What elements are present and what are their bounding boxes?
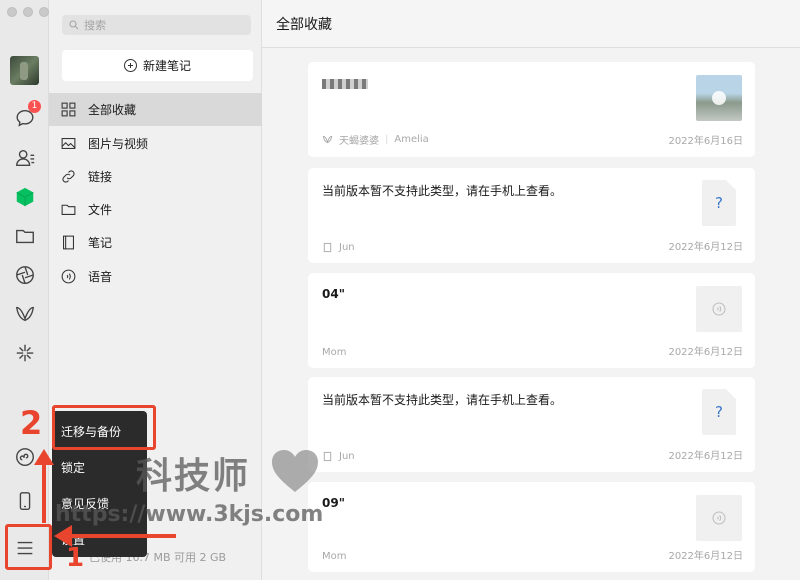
category-files[interactable]: 文件 (49, 193, 262, 226)
card-date: 2022年6月12日 (668, 242, 743, 253)
plus-icon (123, 59, 137, 72)
channels-icon[interactable] (12, 301, 37, 326)
notebook-icon (323, 451, 332, 462)
card-source: Jun (339, 451, 355, 462)
notebook-icon (63, 235, 74, 250)
window-controls (7, 7, 49, 17)
link-icon (62, 170, 75, 183)
folder-icon (61, 204, 76, 215)
file-unknown-icon: ? (702, 389, 736, 435)
main-panel: 全部收藏 天蝎婆婆 | Amelia 2022年6月16日 当前版本暂不支持此类… (262, 0, 800, 580)
zoom-window-button[interactable] (39, 7, 49, 17)
folder-icon[interactable] (12, 223, 37, 248)
category-notes[interactable]: 笔记 (49, 226, 262, 259)
new-note-label: 新建笔记 (142, 59, 191, 73)
voice-icon (712, 302, 726, 316)
search-placeholder: 搜索 (84, 19, 106, 32)
favorites-icon[interactable] (12, 184, 37, 209)
moments-icon[interactable] (12, 262, 37, 287)
page-title: 全部收藏 (262, 0, 800, 48)
card-source: Mom (322, 551, 347, 562)
separator: | (385, 134, 389, 145)
image-icon (61, 138, 76, 149)
voice-thumbnail (696, 286, 742, 332)
video-thumbnail (696, 75, 742, 121)
category-label: 笔记 (88, 236, 113, 250)
card-source: Jun (339, 242, 355, 253)
favorite-card[interactable]: 当前版本暂不支持此类型，请在手机上查看。 ? Jun 2022年6月12日 (308, 377, 755, 472)
search-input[interactable]: 搜索 (62, 15, 251, 35)
favorite-card[interactable]: 04" Mom 2022年6月12日 (308, 273, 755, 368)
favorite-card[interactable]: 09" Mom 2022年6月12日 (308, 482, 755, 572)
category-label: 链接 (88, 170, 113, 184)
unread-badge: 1 (28, 100, 41, 113)
category-links[interactable]: 链接 (49, 160, 262, 193)
card-meta: Mom (322, 551, 347, 562)
card-meta: 天蝎婆婆 | Amelia (322, 132, 429, 147)
highlight-backup (52, 405, 156, 450)
search-icon (69, 20, 79, 30)
card-date: 2022年6月16日 (668, 136, 743, 147)
card-meta: Mom (322, 347, 347, 358)
category-label: 语音 (88, 270, 113, 284)
category-label: 图片与视频 (88, 137, 149, 151)
new-note-button[interactable]: 新建笔记 (62, 50, 253, 81)
voice-icon (712, 511, 726, 525)
minimize-window-button[interactable] (23, 7, 33, 17)
card-date: 2022年6月12日 (668, 451, 743, 462)
chat-icon[interactable]: 1 (12, 100, 41, 130)
card-date: 2022年6月12日 (668, 551, 743, 562)
arrow-up-icon (34, 449, 54, 523)
category-all[interactable]: 全部收藏 (49, 93, 262, 126)
category-images[interactable]: 图片与视频 (49, 127, 262, 160)
favorite-card[interactable]: 当前版本暂不支持此类型，请在手机上查看。 ? Jun 2022年6月12日 (308, 168, 755, 263)
avatar[interactable] (10, 56, 39, 85)
voice-icon (61, 269, 76, 284)
highlight-menu-button (5, 524, 52, 570)
card-title: 当前版本暂不支持此类型，请在手机上查看。 (322, 393, 563, 407)
step-2-label: 2 (20, 404, 43, 442)
heart-icon (272, 450, 318, 492)
card-title: 04" (322, 287, 345, 301)
card-author: Amelia (394, 134, 429, 145)
card-date: 2022年6月12日 (668, 347, 743, 358)
grid-icon (61, 102, 76, 117)
arrow-left-icon (54, 525, 176, 547)
card-meta: Jun (322, 451, 355, 462)
menu-item-feedback[interactable]: 意见反馈 (52, 485, 147, 521)
menu-item-lock[interactable]: 锁定 (52, 449, 147, 485)
card-source: Mom (322, 347, 347, 358)
category-voice[interactable]: 语音 (49, 260, 262, 293)
favorite-card[interactable]: 天蝎婆婆 | Amelia 2022年6月16日 (308, 62, 755, 157)
channels-icon (322, 135, 333, 144)
card-source: 天蝎婆婆 (339, 136, 379, 147)
voice-thumbnail (696, 495, 742, 541)
card-title (322, 78, 368, 92)
card-title: 09" (322, 496, 345, 510)
notebook-icon (323, 242, 332, 253)
play-icon (712, 91, 726, 105)
close-window-button[interactable] (7, 7, 17, 17)
discover-icon[interactable] (12, 340, 37, 365)
card-title: 当前版本暂不支持此类型，请在手机上查看。 (322, 184, 563, 198)
file-unknown-icon: ? (702, 180, 736, 226)
category-label: 文件 (88, 203, 113, 217)
contacts-icon[interactable] (12, 145, 37, 170)
category-label: 全部收藏 (88, 103, 137, 117)
card-meta: Jun (322, 242, 355, 253)
